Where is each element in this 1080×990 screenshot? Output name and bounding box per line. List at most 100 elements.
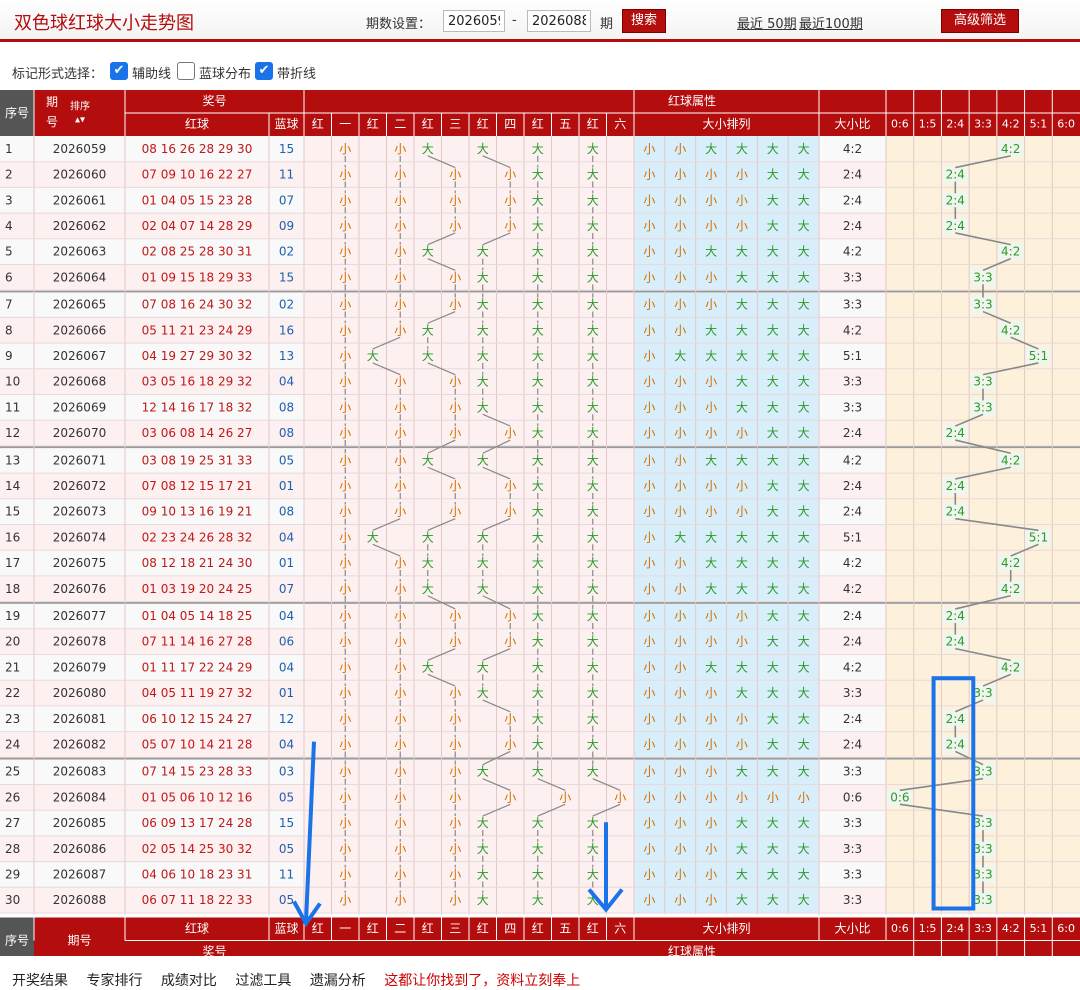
footer-prize-header: 奖号	[202, 945, 226, 957]
expert-ranking-link[interactable]: 专家排行	[86, 973, 142, 989]
row-blue-ball: 03	[279, 765, 294, 779]
row-red-balls: 01 04 05 14 18 25	[142, 609, 253, 623]
footer-ratio-column-header: 4:2	[1002, 922, 1020, 935]
size-mark: 大	[532, 765, 544, 779]
ratio-dist-mark: 3:3	[973, 893, 992, 907]
recent-100-link[interactable]: 最近100期	[799, 13, 863, 32]
dist-bg	[886, 447, 1080, 474]
size-mark: 小	[339, 660, 351, 674]
dist-bg	[886, 550, 1080, 576]
size-mark: 大	[422, 323, 434, 337]
period-label: 期数设置：	[366, 17, 432, 32]
row-blue-ball: 04	[279, 609, 294, 623]
row-ratio: 2:4	[843, 737, 862, 751]
footer-position-header: 二	[394, 922, 406, 936]
recent-50-link[interactable]: 最近 50期	[737, 13, 797, 32]
row-ratio: 2:4	[843, 168, 862, 182]
size-mark: 大	[477, 375, 489, 389]
blue-distribution-checkbox[interactable]	[177, 62, 195, 80]
row-period: 2026087	[53, 867, 106, 881]
row-red-balls: 03 05 16 18 29 32	[142, 375, 253, 389]
size-mark: 小	[394, 323, 406, 337]
size-mark: 小	[339, 842, 351, 856]
search-button[interactable]: 搜索	[622, 9, 666, 33]
size-mark: 大	[532, 686, 544, 700]
ratio-dist-mark: 2:4	[946, 505, 965, 519]
dist-bg	[886, 420, 1080, 446]
draw-results-link[interactable]: 开奖结果	[12, 973, 68, 989]
size-mark: 小	[449, 842, 461, 856]
row-seq: 2	[5, 168, 13, 182]
size-mark: 大	[422, 530, 434, 544]
size-mark: 小	[339, 270, 351, 284]
order-mark: 小	[705, 270, 717, 284]
row-blue-ball: 11	[279, 168, 294, 182]
order-mark: 大	[767, 505, 779, 519]
size-mark: 大	[587, 453, 599, 467]
footer-attribute-header: 红球属性	[668, 944, 716, 957]
ratio-column-header: 6:0	[1057, 118, 1075, 131]
order-mark: 小	[736, 790, 748, 804]
polyline-checkbox[interactable]: ✔	[255, 62, 273, 80]
period-start-input[interactable]	[443, 10, 505, 32]
row-blue-ball: 06	[279, 635, 294, 649]
score-compare-link[interactable]: 成绩对比	[161, 973, 217, 989]
footer-position-header: 红	[367, 921, 379, 936]
footer-position-header: 一	[339, 922, 351, 936]
size-mark: 小	[339, 686, 351, 700]
row-blue-ball: 08	[279, 505, 294, 519]
size-mark: 大	[587, 193, 599, 207]
size-mark: 小	[394, 479, 406, 493]
ratio-dist-mark: 4:2	[1001, 660, 1020, 674]
row-seq: 18	[5, 582, 20, 596]
size-mark: 大	[477, 582, 489, 596]
sort-arrows-icon[interactable]: ▴▾	[75, 115, 85, 126]
promo-text[interactable]: 这都让你找到了，资料立刻奉上	[384, 973, 580, 989]
size-mark: 小	[339, 298, 351, 312]
row-blue-ball: 16	[279, 323, 294, 337]
size-mark: 小	[339, 349, 351, 363]
order-mark: 大	[767, 842, 779, 856]
size-mark: 大	[477, 893, 489, 907]
row-ratio: 5:1	[843, 349, 862, 363]
auxiliary-line-checkbox[interactable]: ✔	[110, 62, 128, 80]
position-header: 三	[449, 117, 461, 131]
row-red-balls: 01 04 05 15 23 28	[142, 193, 253, 207]
footer-position-header: 红	[422, 921, 434, 936]
row-red-balls: 02 04 07 14 28 29	[142, 219, 253, 233]
size-mark: 小	[339, 219, 351, 233]
size-mark: 小	[339, 790, 351, 804]
red-ball-header: 红球	[185, 116, 209, 131]
period-end-input[interactable]	[527, 10, 591, 32]
order-mark: 小	[643, 867, 655, 881]
row-seq: 12	[5, 426, 20, 440]
order-mark: 大	[767, 712, 779, 726]
size-mark: 小	[339, 193, 351, 207]
filter-tool-link[interactable]: 过滤工具	[235, 973, 291, 989]
order-mark: 小	[674, 142, 686, 156]
omission-analysis-link[interactable]: 遗漏分析	[310, 973, 366, 989]
order-mark: 小	[705, 686, 717, 700]
size-mark: 大	[477, 298, 489, 312]
order-mark: 大	[736, 349, 748, 363]
order-mark: 大	[798, 635, 810, 649]
advanced-filter-button[interactable]: 高级筛选	[941, 9, 1019, 33]
dist-bg	[886, 187, 1080, 214]
order-mark: 大	[767, 349, 779, 363]
size-mark: 小	[449, 375, 461, 389]
footer-position-header: 红	[312, 921, 324, 936]
footer-ratio-column-header: 5:1	[1030, 922, 1048, 935]
ratio-dist-mark: 3:3	[973, 867, 992, 881]
size-mark: 大	[532, 530, 544, 544]
order-mark: 大	[736, 270, 748, 284]
size-mark: 大	[587, 765, 599, 779]
order-mark: 小	[674, 609, 686, 623]
row-ratio: 3:3	[843, 867, 862, 881]
order-mark: 大	[736, 530, 748, 544]
row-period: 2026081	[53, 712, 106, 726]
row-ratio: 4:2	[843, 245, 862, 259]
order-mark: 小	[674, 426, 686, 440]
row-red-balls: 12 14 16 17 18 32	[142, 400, 253, 414]
dist-bg	[886, 705, 1080, 732]
size-mark: 大	[367, 349, 379, 363]
